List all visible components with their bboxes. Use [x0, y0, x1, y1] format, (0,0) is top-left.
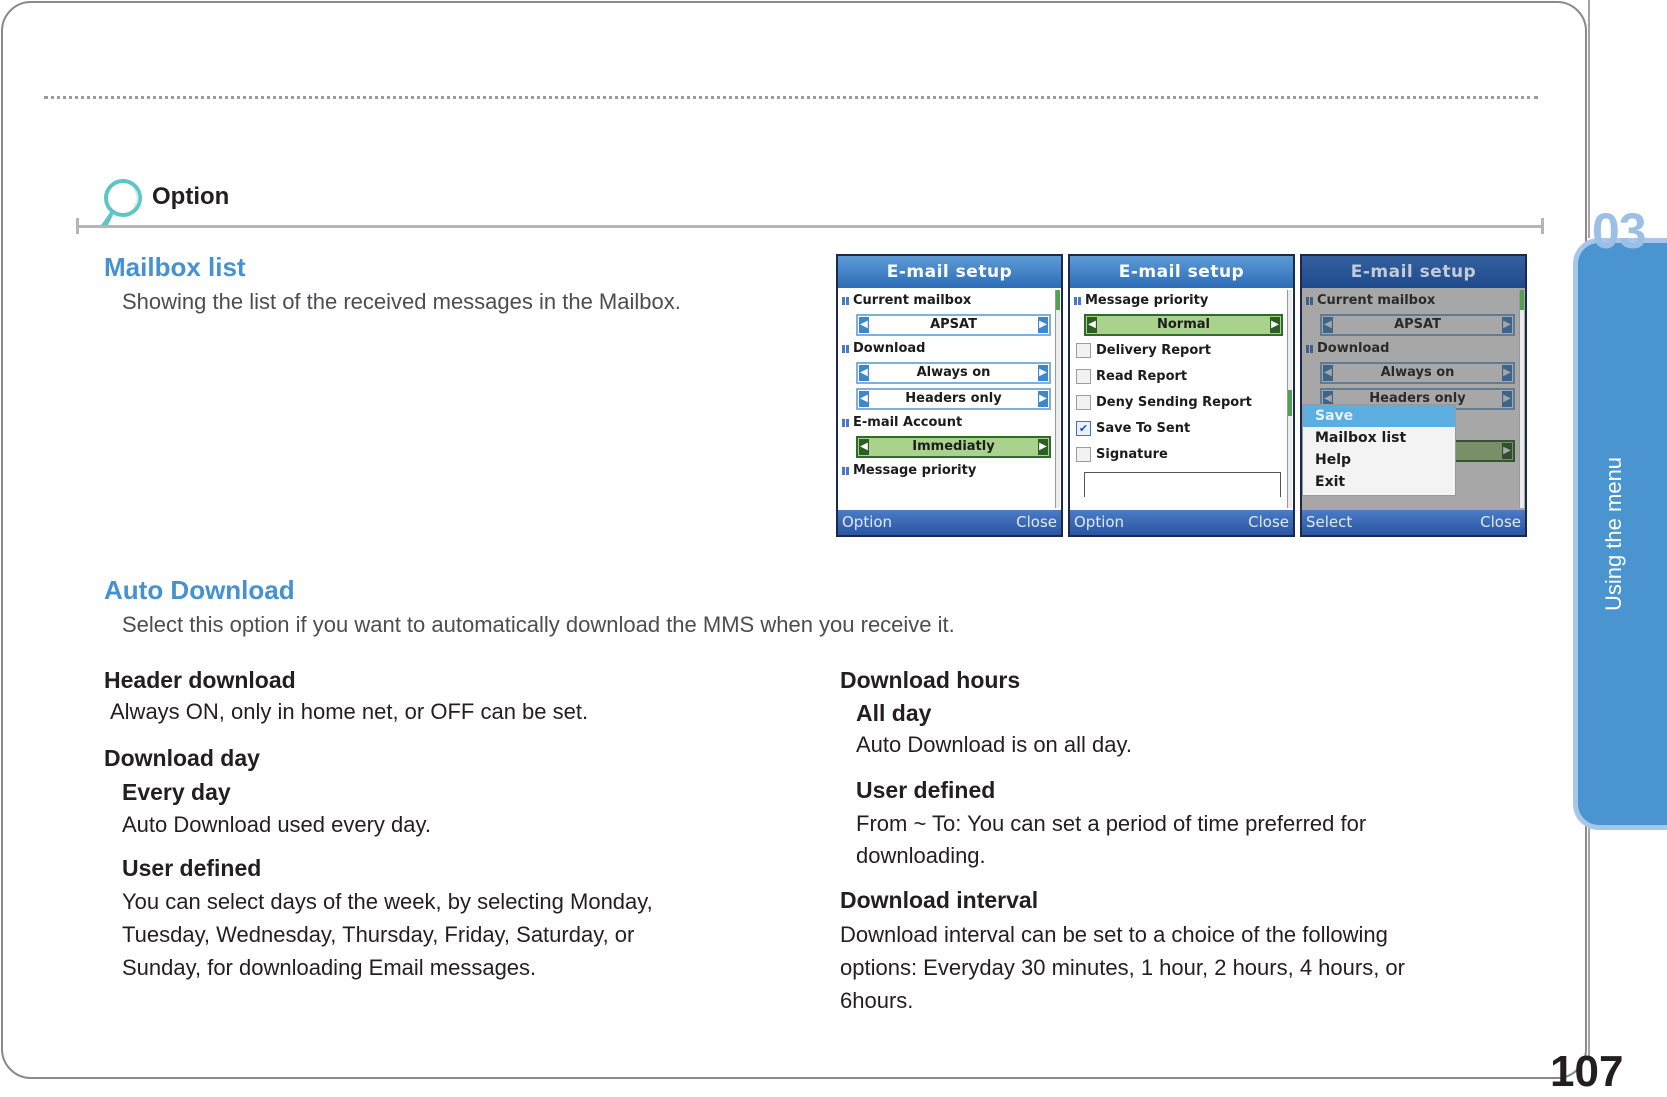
select-current-mailbox[interactable]: ◀ APSAT ▶ [856, 314, 1051, 336]
mailbox-list-heading: Mailbox list [104, 252, 246, 282]
menu-item-help[interactable]: Help [1303, 449, 1455, 471]
screen-title: E-mail setup [1070, 256, 1293, 288]
checkbox-signature[interactable]: Signature [1070, 442, 1293, 468]
user-defined-hours-heading: User defined [856, 777, 996, 803]
menu-item-mailbox-list[interactable]: Mailbox list [1303, 427, 1455, 449]
softkey-close[interactable]: Close [1248, 510, 1289, 535]
arrow-right-icon[interactable]: ▶ [1038, 439, 1048, 455]
chapter-label: Using the menu [1601, 456, 1626, 612]
download-interval-text-2: options: Everyday 30 minutes, 1 hour, 2 … [840, 955, 1405, 980]
signature-textbox[interactable] [1084, 472, 1281, 497]
softkey-bar: Option Close [1070, 510, 1293, 535]
phone-screen-email-setup-1: E-mail setup Current mailbox ◀ APSAT ▶ Dow… [836, 254, 1063, 537]
header-download-heading: Header download [104, 667, 296, 693]
phone-screen-email-setup-menu: E-mail setup Current mailbox ◀ APSAT ▶ Dow… [1300, 254, 1527, 537]
option-menu-popup: Save Mailbox list Help Exit [1302, 404, 1456, 496]
select-download-headers[interactable]: ◀ Headers only ▶ [856, 388, 1051, 410]
checkbox-icon[interactable] [1076, 369, 1091, 384]
user-defined-hours-text-1: From ~ To: You can set a period of time … [856, 811, 1367, 836]
user-defined-hours-text-2: downloading. [856, 843, 986, 868]
chapter-line-bottom [1588, 828, 1590, 1058]
phone-screen-email-setup-2: E-mail setup Message priority ◀ Normal ▶ D… [1068, 254, 1295, 537]
section-title: Option [152, 183, 230, 210]
arrow-left-icon[interactable]: ◀ [859, 439, 869, 455]
arrow-left-icon[interactable]: ◀ [859, 317, 869, 333]
select-download[interactable]: ◀ Always on ▶ [856, 362, 1051, 384]
checkbox-save-to-sent[interactable]: ✔ Save To Sent [1070, 416, 1293, 442]
scrollbar[interactable] [1287, 290, 1292, 508]
arrow-left-icon[interactable]: ◀ [1087, 317, 1097, 333]
softkey-close[interactable]: Close [1480, 510, 1521, 535]
arrow-left-icon[interactable]: ◀ [859, 365, 869, 381]
softkey-bar: Select Close [1302, 510, 1525, 535]
header-download-text: Always ON, only in home net, or OFF can … [110, 699, 589, 724]
download-interval-text-3: 6hours. [840, 988, 914, 1013]
field-label-download: Download [838, 338, 1061, 360]
softkey-select[interactable]: Select [1306, 510, 1352, 535]
checkbox-icon[interactable] [1076, 343, 1091, 358]
section-rule-cap-right [1541, 218, 1544, 234]
checkbox-delivery-report[interactable]: Delivery Report [1070, 338, 1293, 364]
checkbox-icon[interactable] [1076, 395, 1091, 410]
checkbox-icon[interactable] [1076, 447, 1091, 462]
user-defined-day-text-1: You can select days of the week, by sele… [122, 889, 653, 914]
all-day-text: Auto Download is on all day. [856, 732, 1132, 757]
checkbox-read-report[interactable]: Read Report [1070, 364, 1293, 390]
menu-item-save[interactable]: Save [1303, 405, 1455, 427]
download-interval-text-1: Download interval can be set to a choice… [840, 922, 1388, 947]
select-email-account[interactable]: ◀ Immediatly ▶ [856, 436, 1051, 458]
mailbox-list-description: Showing the list of the received message… [122, 289, 681, 314]
field-label-current-mailbox: Current mailbox [838, 290, 1061, 312]
download-interval-heading: Download interval [840, 887, 1039, 913]
auto-download-description: Select this option if you want to automa… [122, 612, 955, 637]
softkey-close[interactable]: Close [1016, 510, 1057, 535]
dotted-divider [44, 96, 1538, 99]
all-day-heading: All day [856, 700, 932, 726]
field-label-email-account: E-mail Account [838, 412, 1061, 434]
bullet-icon [842, 466, 850, 475]
section-rule-cap-left [76, 218, 79, 234]
screen-title: E-mail setup [1302, 256, 1525, 288]
arrow-right-icon[interactable]: ▶ [1038, 391, 1048, 407]
chapter-number: 03 [1592, 203, 1647, 259]
auto-download-heading: Auto Download [104, 575, 295, 605]
arrow-left-icon[interactable]: ◀ [859, 391, 869, 407]
screen-title: E-mail setup [838, 256, 1061, 288]
chapter-line-top [1588, 0, 1590, 238]
user-defined-day-heading: User defined [122, 855, 262, 881]
checkmark-icon[interactable]: ✔ [1076, 421, 1091, 436]
softkey-option[interactable]: Option [842, 510, 892, 535]
section-rule [77, 225, 1543, 228]
menu-item-exit[interactable]: Exit [1303, 471, 1455, 493]
user-defined-day-text-2: Tuesday, Wednesday, Thursday, Friday, Sa… [122, 922, 635, 947]
user-defined-day-text-3: Sunday, for downloading Email messages. [122, 955, 537, 980]
arrow-right-icon[interactable]: ▶ [1038, 365, 1048, 381]
scrollbar[interactable] [1055, 290, 1060, 508]
softkey-option[interactable]: Option [1074, 510, 1124, 535]
select-message-priority[interactable]: ◀ Normal ▶ [1084, 314, 1283, 336]
every-day-text: Auto Download used every day. [122, 812, 431, 837]
magnifier-icon [101, 179, 142, 225]
arrow-right-icon[interactable]: ▶ [1270, 317, 1280, 333]
bullet-icon [1074, 296, 1082, 305]
field-label-message-priority: Message priority [838, 460, 1061, 482]
bullet-icon [842, 418, 850, 427]
arrow-right-icon[interactable]: ▶ [1038, 317, 1048, 333]
download-day-heading: Download day [104, 745, 260, 771]
softkey-bar: Option Close [838, 510, 1061, 535]
bullet-icon [842, 344, 850, 353]
bullet-icon [842, 296, 850, 305]
checkbox-deny-sending-report[interactable]: Deny Sending Report [1070, 390, 1293, 416]
scrollbar[interactable] [1519, 290, 1524, 508]
every-day-heading: Every day [122, 779, 231, 805]
page-number: 107 [1550, 1047, 1624, 1096]
field-label-message-priority: Message priority [1070, 290, 1293, 312]
download-hours-heading: Download hours [840, 667, 1021, 693]
